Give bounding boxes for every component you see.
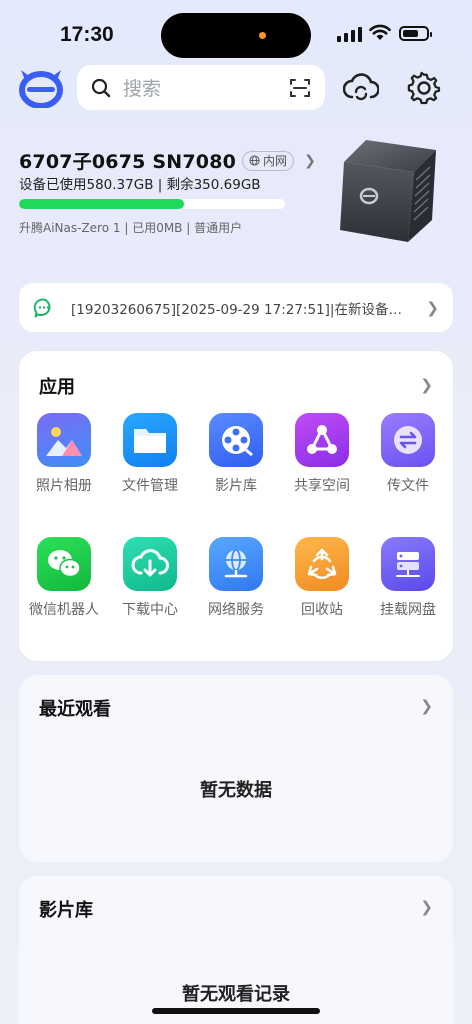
device-name: 6707子0675 SN7080 — [19, 151, 237, 173]
share-icon — [295, 413, 349, 467]
app-label: 共享空间 — [294, 478, 350, 494]
globe-icon — [249, 155, 260, 166]
folder-icon — [123, 413, 177, 467]
search-bar[interactable]: 搜索 — [77, 65, 325, 110]
apps-title: 应用 — [39, 377, 75, 398]
settings-button[interactable] — [405, 69, 443, 107]
wechat-icon — [37, 537, 91, 591]
home-indicator[interactable] — [152, 1008, 320, 1014]
battery-icon — [399, 26, 432, 41]
app-file-manager[interactable]: 文件管理 — [105, 413, 195, 495]
status-time: 17:30 — [60, 23, 114, 46]
cloud-download-icon — [123, 537, 177, 591]
app-logo-icon — [19, 70, 63, 108]
dynamic-island — [161, 13, 311, 58]
app-film-library[interactable]: 影片库 — [191, 413, 281, 495]
device-usage: 设备已使用580.37GB | 剩余350.69GB — [19, 177, 261, 193]
app-label: 挂载网盘 — [380, 602, 436, 618]
chevron-right-icon[interactable]: ❯ — [420, 376, 433, 394]
search-icon — [91, 78, 111, 97]
film-library-title: 影片库 — [39, 900, 93, 921]
empty-state-text: 暂无数据 — [200, 780, 272, 801]
film-reel-icon — [209, 413, 263, 467]
device-info: 升腾AiNas-Zero 1 | 已用0MB | 普通用户 — [19, 221, 243, 235]
notification-text: [19203260675][2025-09-29 17:27:51]|在新设备… — [71, 301, 402, 318]
status-bar: 17:30 — [0, 0, 472, 70]
app-recycle-bin[interactable]: 回收站 — [277, 537, 367, 619]
cellular-signal-icon — [337, 26, 362, 42]
network-badge-label: 内网 — [263, 154, 288, 168]
chevron-right-icon[interactable]: ❯ — [420, 898, 433, 916]
app-network-services[interactable]: 网络服务 — [191, 537, 281, 619]
app-label: 影片库 — [215, 478, 257, 494]
film-library-card: 影片库 ❯ 暂无观看记录 — [19, 876, 453, 1024]
cloud-sync-icon — [343, 73, 379, 101]
recently-watched-card: 最近观看 ❯ 暂无数据 — [19, 675, 453, 862]
nas-device-image — [340, 140, 436, 242]
chevron-right-icon: ❯ — [304, 152, 316, 169]
recycle-icon — [295, 537, 349, 591]
app-download-center[interactable]: 下载中心 — [105, 537, 195, 619]
photo-album-icon — [37, 413, 91, 467]
empty-state-text: 暂无观看记录 — [182, 984, 290, 1005]
app-label: 照片相册 — [36, 478, 92, 494]
cloud-sync-button[interactable] — [342, 69, 380, 107]
message-bubble-icon — [33, 297, 51, 317]
notification-bar[interactable]: [19203260675][2025-09-29 17:27:51]|在新设备…… — [19, 283, 453, 332]
app-label: 传文件 — [387, 478, 429, 494]
transfer-icon — [381, 413, 435, 467]
app-label: 下载中心 — [122, 602, 178, 618]
server-mount-icon — [381, 537, 435, 591]
app-label: 回收站 — [301, 602, 343, 618]
network-badge: 内网 — [242, 150, 295, 171]
apps-card: 应用 ❯ 照片相册 文件管理 影片库 共享空间 传文件 微信机器人 下载中心 网… — [19, 351, 453, 661]
app-label: 网络服务 — [208, 602, 264, 618]
app-transfer-files[interactable]: 传文件 — [363, 413, 453, 495]
chevron-right-icon[interactable]: ❯ — [420, 697, 433, 715]
app-photo-album[interactable]: 照片相册 — [19, 413, 109, 495]
storage-progress-bar — [19, 199, 285, 209]
recording-dot — [259, 32, 266, 39]
wifi-icon — [369, 24, 391, 40]
app-label: 文件管理 — [122, 478, 178, 494]
device-title-row[interactable]: 6707子0675 SN7080 内网 ❯ — [19, 147, 316, 174]
chevron-right-icon: ❯ — [426, 298, 439, 317]
gear-icon — [407, 71, 441, 105]
app-label: 微信机器人 — [29, 602, 99, 618]
scan-icon[interactable] — [289, 77, 311, 99]
app-shared-space[interactable]: 共享空间 — [277, 413, 367, 495]
app-mount-cloud-drive[interactable]: 挂载网盘 — [363, 537, 453, 619]
recently-watched-title: 最近观看 — [39, 699, 111, 720]
globe-network-icon — [209, 537, 263, 591]
app-wechat-bot[interactable]: 微信机器人 — [19, 537, 109, 619]
storage-progress-fill — [19, 199, 184, 209]
search-placeholder: 搜索 — [123, 78, 162, 100]
